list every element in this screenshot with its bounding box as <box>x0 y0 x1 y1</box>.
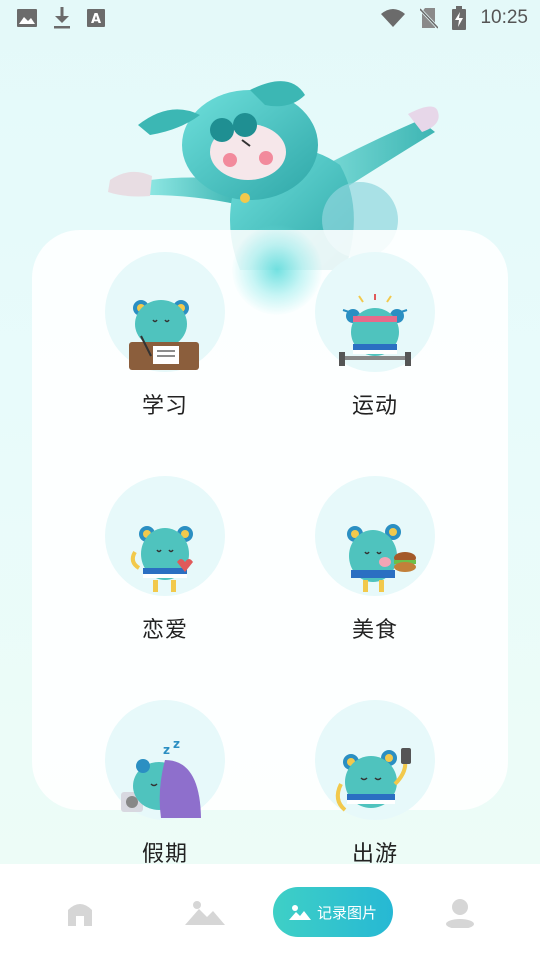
svg-text:z: z <box>163 743 170 757</box>
travel-mascot-icon <box>335 748 411 812</box>
font-icon: A <box>87 9 105 27</box>
image-record-icon <box>288 905 311 920</box>
workout-mascot-icon <box>339 294 411 366</box>
category-sport[interactable]: 运动 <box>295 252 455 420</box>
user-icon <box>446 899 474 928</box>
sleep-mascot-icon: z z <box>121 737 201 818</box>
category-love-circle <box>105 476 225 596</box>
category-holiday-circle: z z <box>105 700 225 820</box>
category-sport-circle <box>315 252 435 372</box>
category-food[interactable]: 美食 <box>295 476 455 644</box>
category-label: 恋爱 <box>141 618 188 643</box>
no-sim-icon <box>420 7 439 29</box>
category-travel[interactable]: 出游 <box>295 700 455 868</box>
category-label: 学习 <box>141 394 188 419</box>
bottom-nav <box>0 864 540 960</box>
category-travel-circle <box>315 700 435 820</box>
record-image-label: 记录图片 <box>316 903 377 922</box>
nav-profile[interactable] <box>430 864 490 960</box>
category-food-circle <box>315 476 435 596</box>
study-mascot-icon <box>129 300 199 370</box>
download-icon <box>54 7 70 29</box>
record-image-button[interactable]: 记录图片 <box>273 887 393 937</box>
battery-charging-icon <box>452 6 467 30</box>
home-icon <box>68 904 92 926</box>
nav-home[interactable] <box>50 864 110 960</box>
image-icon <box>17 9 37 27</box>
category-label: 运动 <box>351 394 398 419</box>
food-mascot-icon <box>347 524 416 592</box>
category-holiday[interactable]: z z 假期 <box>85 700 245 868</box>
category-love[interactable]: 恋爱 <box>85 476 245 644</box>
category-study[interactable]: 学习 <box>85 252 245 420</box>
love-mascot-icon <box>130 526 193 592</box>
svg-text:A: A <box>91 12 101 27</box>
category-label: 美食 <box>351 618 398 643</box>
wifi-icon <box>381 9 406 27</box>
mountain-image-icon <box>185 901 225 925</box>
status-bar-right: 10:25 <box>380 6 528 30</box>
status-time: 10:25 <box>480 7 528 28</box>
status-bar-left: A <box>16 6 106 30</box>
svg-text:z: z <box>173 737 180 751</box>
category-study-circle <box>105 252 225 372</box>
status-bar: A 10:25 <box>0 0 540 36</box>
nav-gallery[interactable] <box>175 864 235 960</box>
